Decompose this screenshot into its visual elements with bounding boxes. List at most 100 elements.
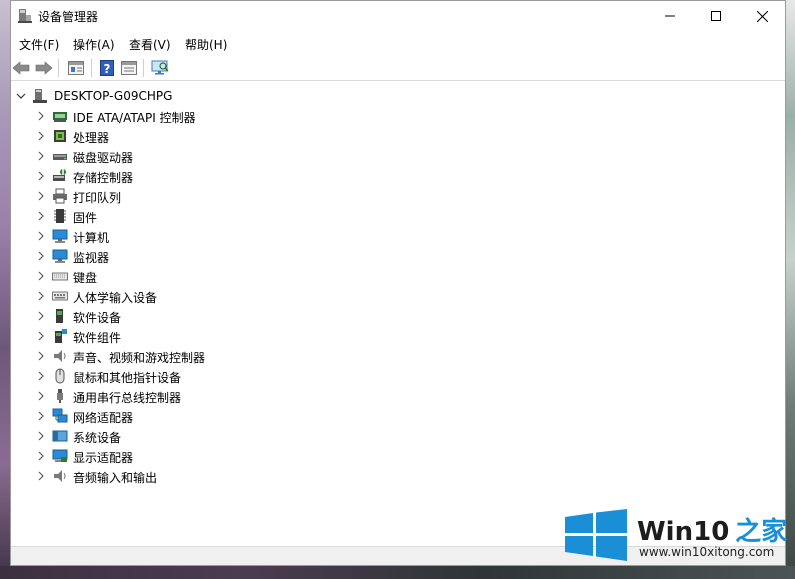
desktop-background-left (0, 0, 10, 579)
chevron-right-icon[interactable] (35, 209, 47, 223)
tree-category-item[interactable]: 通用串行总线控制器 (11, 386, 785, 406)
tree-item-label: 系统设备 (73, 431, 122, 445)
forward-arrow-icon[interactable] (34, 58, 54, 78)
tree-item-label: 鼠标和其他指针设备 (73, 371, 182, 385)
mouse-icon (52, 368, 68, 384)
chevron-right-icon[interactable] (35, 409, 47, 423)
tree-item-label: 计算机 (73, 231, 110, 245)
maximize-button[interactable] (693, 1, 739, 31)
tree-category-item[interactable]: 磁盘驱动器 (11, 146, 785, 166)
device-manager-icon (17, 8, 33, 24)
tree-category-item[interactable]: 系统设备 (11, 426, 785, 446)
tree-item-label: 音频输入和输出 (73, 471, 158, 485)
tree-category-item[interactable]: 计算机 (11, 226, 785, 246)
toolbar: ? (11, 55, 785, 81)
tree-root-node[interactable]: DESKTOP-G09CHPG (11, 86, 785, 106)
device-tree: DESKTOP-G09CHPG IDE ATA/ATAPI 控制器 处理器磁盘驱动… (11, 81, 785, 547)
close-button[interactable] (739, 1, 785, 31)
chevron-down-icon[interactable] (15, 89, 27, 103)
chevron-right-icon[interactable] (35, 289, 47, 303)
logo-brand-en: Win10 (637, 517, 730, 547)
usb-icon (52, 388, 68, 404)
scan-hardware-icon[interactable] (150, 58, 170, 78)
tree-item-label: 存储控制器 (73, 171, 134, 185)
disk-drive-icon (52, 148, 68, 164)
chevron-right-icon[interactable] (35, 249, 47, 263)
computer-tower-icon (32, 88, 48, 104)
tree-item-label: 通用串行总线控制器 (73, 391, 182, 405)
software-component-icon (52, 328, 68, 344)
audio-io-icon (52, 468, 68, 484)
help-icon[interactable]: ? (97, 58, 117, 78)
tree-category-item[interactable]: 键盘 (11, 266, 785, 286)
tree-item-label: 软件组件 (73, 331, 122, 345)
sound-icon (52, 348, 68, 364)
firmware-icon (52, 208, 68, 224)
tree-category-item[interactable]: 人体学输入设备 (11, 286, 785, 306)
minimize-button[interactable] (647, 1, 693, 31)
menu-bar: 文件(F) 操作(A) 查看(V) 帮助(H) (11, 31, 785, 55)
chevron-right-icon[interactable] (35, 469, 47, 483)
tree-item-label: 固件 (73, 211, 98, 225)
monitor-icon (52, 248, 68, 264)
tree-category-item[interactable]: 显示适配器 (11, 446, 785, 466)
tree-category-item[interactable]: 声音、视频和游戏控制器 (11, 346, 785, 366)
chevron-right-icon[interactable] (35, 369, 47, 383)
tree-item-label: 软件设备 (73, 311, 122, 325)
tree-category-item[interactable]: 打印队列 (11, 186, 785, 206)
chevron-right-icon[interactable] (35, 309, 47, 323)
chevron-right-icon[interactable] (35, 349, 47, 363)
tree-category-item[interactable]: 网络适配器 (11, 406, 785, 426)
chevron-right-icon[interactable] (35, 189, 47, 203)
tree-item-label: 处理器 (73, 131, 110, 145)
window-title: 设备管理器 (38, 10, 99, 24)
storage-controller-icon (52, 168, 68, 184)
chevron-right-icon[interactable] (35, 149, 47, 163)
windows-logo-icon (565, 509, 627, 561)
chevron-right-icon[interactable] (35, 229, 47, 243)
console-tree-icon[interactable] (119, 58, 139, 78)
toolbar-separator (143, 59, 144, 77)
computer-name: DESKTOP-G09CHPG (54, 89, 173, 103)
tree-category-item[interactable]: 固件 (11, 206, 785, 226)
tree-category-item[interactable]: 软件组件 (11, 326, 785, 346)
tree-category-item[interactable]: 处理器 (11, 126, 785, 146)
chevron-right-icon[interactable] (35, 429, 47, 443)
logo-url: www.win10xitong.com (639, 545, 775, 559)
logo-brand: Win10 之家 (637, 511, 787, 548)
title-bar[interactable]: 设备管理器 (11, 1, 785, 31)
chevron-right-icon[interactable] (35, 389, 47, 403)
desktop-background-right (786, 0, 795, 579)
desktop-background-bottom (0, 566, 795, 579)
toolbar-separator (58, 59, 59, 77)
tree-category-item[interactable]: 监视器 (11, 246, 785, 266)
processor-icon (52, 128, 68, 144)
menu-action[interactable]: 操作(A) (71, 36, 117, 53)
tree-item-label: 磁盘驱动器 (73, 151, 134, 165)
software-device-icon (52, 308, 68, 324)
computer-icon (52, 228, 68, 244)
menu-file[interactable]: 文件(F) (17, 36, 61, 53)
chevron-right-icon[interactable] (35, 329, 47, 343)
tree-category-item[interactable]: 软件设备 (11, 306, 785, 326)
svg-text:?: ? (104, 62, 111, 76)
tree-category-item[interactable]: 存储控制器 (11, 166, 785, 186)
properties-view-icon[interactable] (66, 58, 86, 78)
chevron-right-icon[interactable] (35, 129, 47, 143)
chevron-right-icon[interactable] (35, 269, 47, 283)
chevron-right-icon[interactable] (35, 109, 47, 123)
menu-view[interactable]: 查看(V) (127, 36, 173, 53)
tree-item-label: 声音、视频和游戏控制器 (73, 351, 206, 365)
tree-item-label: IDE ATA/ATAPI 控制器 (73, 111, 196, 125)
printer-icon (52, 188, 68, 204)
device-manager-window: 设备管理器 文件(F) 操作(A) 查看(V) 帮助(H) ? DESKTOP-… (10, 0, 786, 566)
chevron-right-icon[interactable] (35, 169, 47, 183)
hid-icon (52, 288, 68, 304)
tree-item-label: 监视器 (73, 251, 110, 265)
chevron-right-icon[interactable] (35, 449, 47, 463)
tree-category-item[interactable]: 音频输入和输出 (11, 466, 785, 486)
tree-category-item[interactable]: 鼠标和其他指针设备 (11, 366, 785, 386)
tree-category-item[interactable]: IDE ATA/ATAPI 控制器 (11, 106, 785, 126)
back-arrow-icon[interactable] (11, 58, 31, 78)
menu-help[interactable]: 帮助(H) (183, 36, 229, 53)
